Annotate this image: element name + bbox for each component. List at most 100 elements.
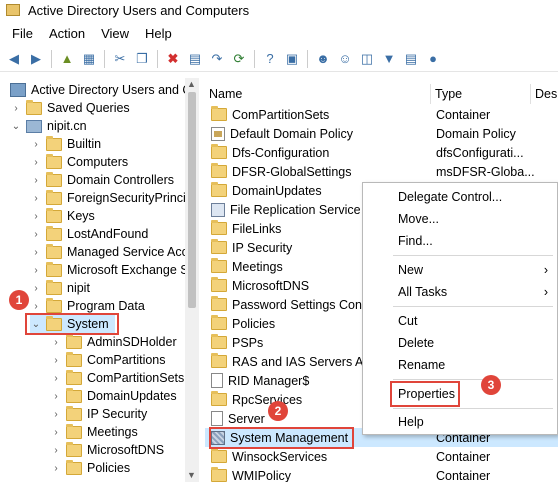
chevron-right-icon[interactable]: › bbox=[50, 427, 62, 438]
menu-item-cut[interactable]: Cut bbox=[398, 314, 548, 328]
folder-icon bbox=[46, 279, 62, 295]
folder-icon bbox=[46, 225, 62, 241]
tree-item-saved-queries[interactable]: › Saved Queries bbox=[10, 99, 130, 117]
chevron-right-icon[interactable]: › bbox=[50, 391, 62, 402]
tree-item-domainupdates[interactable]: › DomainUpdates bbox=[50, 387, 177, 405]
chevron-right-icon[interactable]: › bbox=[30, 175, 42, 186]
tree-item-microsoftdns[interactable]: › MicrosoftDNS bbox=[50, 441, 164, 459]
tree-item-microsoft-exchange[interactable]: › Microsoft Exchange S bbox=[30, 261, 189, 279]
tree-item-nipit[interactable]: › nipit bbox=[30, 279, 90, 297]
menu-item-rename[interactable]: Rename bbox=[398, 358, 548, 372]
menu-item-move[interactable]: Move... bbox=[398, 212, 548, 226]
up-folder-icon[interactable]: ▲ bbox=[57, 49, 77, 69]
menu-item-new[interactable]: New › bbox=[398, 263, 548, 277]
tree-item-compartitions[interactable]: › ComPartitions bbox=[50, 351, 166, 369]
menu-item-delegate-control[interactable]: Delegate Control... bbox=[398, 190, 548, 204]
tree-item-managed-service[interactable]: › Managed Service Acc bbox=[30, 243, 188, 261]
tree-item-adminsdholder[interactable]: › AdminSDHolder bbox=[50, 333, 177, 351]
menu-action[interactable]: Action bbox=[41, 24, 93, 43]
find-icon[interactable]: ● bbox=[423, 49, 443, 69]
tree-root[interactable]: Active Directory Users and Co bbox=[10, 81, 198, 99]
list-item[interactable]: ComPartitionSets Container bbox=[205, 105, 558, 124]
list-item[interactable]: Dfs-Configuration dfsConfigurati... bbox=[205, 143, 558, 162]
copy-icon[interactable]: ❐ bbox=[132, 49, 152, 69]
menu-item-find[interactable]: Find... bbox=[398, 234, 548, 248]
tree-item-lostandfound[interactable]: › LostAndFound bbox=[30, 225, 148, 243]
chevron-right-icon[interactable]: › bbox=[30, 265, 42, 276]
help-icon[interactable]: ? bbox=[260, 49, 280, 69]
menu-item-label: Move... bbox=[398, 212, 439, 226]
add-to-group-icon[interactable]: ▤ bbox=[401, 49, 421, 69]
show-tree-icon[interactable]: ▦ bbox=[79, 49, 99, 69]
tree-item-ip-security[interactable]: › IP Security bbox=[50, 405, 147, 423]
chevron-right-icon[interactable]: › bbox=[30, 139, 42, 150]
properties-icon[interactable]: ▤ bbox=[185, 49, 205, 69]
chevron-right-icon[interactable]: › bbox=[50, 373, 62, 384]
tree-item-keys[interactable]: › Keys bbox=[30, 207, 95, 225]
toolbar-divider bbox=[51, 49, 52, 68]
tree-item-domain-controllers[interactable]: › Domain Controllers bbox=[30, 171, 174, 189]
scroll-down-icon[interactable]: ▼ bbox=[187, 470, 196, 480]
list-item[interactable]: DFSR-GlobalSettings msDFSR-Globa... bbox=[205, 162, 558, 181]
scroll-up-icon[interactable]: ▲ bbox=[187, 79, 196, 89]
list-item-name: Dfs-Configuration bbox=[232, 145, 330, 160]
back-icon[interactable]: ◀ bbox=[4, 49, 24, 69]
chevron-right-icon[interactable]: › bbox=[30, 301, 42, 312]
tree-item-foreign-security[interactable]: › ForeignSecurityPrinci bbox=[30, 189, 186, 207]
tree-item-label: Program Data bbox=[67, 299, 145, 313]
list-item[interactable]: WMIPolicy Container bbox=[205, 466, 558, 482]
new-group-icon[interactable]: ☺ bbox=[335, 49, 355, 69]
chevron-right-icon[interactable]: › bbox=[30, 157, 42, 168]
menu-help[interactable]: Help bbox=[137, 24, 180, 43]
chevron-right-icon[interactable]: › bbox=[50, 355, 62, 366]
menu-view[interactable]: View bbox=[93, 24, 137, 43]
tree-item-compartitionsets[interactable]: › ComPartitionSets bbox=[50, 369, 184, 387]
column-header-description[interactable]: Des bbox=[531, 84, 558, 104]
filter-icon[interactable]: ▼ bbox=[379, 49, 399, 69]
tree-scrollbar[interactable]: ▲ ▼ bbox=[185, 78, 199, 482]
chevron-right-icon[interactable]: › bbox=[30, 229, 42, 240]
tree-item-label: ForeignSecurityPrinci bbox=[67, 191, 186, 205]
column-header-name[interactable]: Name bbox=[205, 84, 431, 104]
list-item-name: RpcServices bbox=[232, 392, 303, 407]
chevron-right-icon[interactable]: › bbox=[30, 283, 42, 294]
folder-icon bbox=[46, 171, 62, 187]
tree-item-builtin[interactable]: › Builtin bbox=[30, 135, 101, 153]
menu-file[interactable]: File bbox=[4, 24, 41, 43]
refresh-icon[interactable]: ⟳ bbox=[229, 49, 249, 69]
chevron-right-icon[interactable]: › bbox=[30, 211, 42, 222]
delete-icon[interactable]: ✖ bbox=[163, 49, 183, 69]
folder-icon bbox=[46, 153, 62, 169]
chevron-right-icon[interactable]: › bbox=[50, 463, 62, 474]
folder-icon bbox=[66, 387, 82, 403]
chevron-right-icon[interactable]: › bbox=[50, 445, 62, 456]
menu-item-delete[interactable]: Delete bbox=[398, 336, 548, 350]
cut-icon[interactable]: ✂ bbox=[110, 49, 130, 69]
console-icon[interactable]: ▣ bbox=[282, 49, 302, 69]
chevron-right-icon[interactable]: › bbox=[50, 337, 62, 348]
chevron-right-icon[interactable]: › bbox=[30, 193, 42, 204]
tree-item-meetings[interactable]: › Meetings bbox=[50, 423, 138, 441]
chevron-right-icon[interactable]: › bbox=[50, 409, 62, 420]
list-item-name: WinsockServices bbox=[232, 449, 328, 464]
list-item-name: PSPs bbox=[232, 335, 264, 350]
step-badge-3: 3 bbox=[481, 375, 501, 395]
forward-icon[interactable]: ▶ bbox=[26, 49, 46, 69]
export-icon[interactable]: ↷ bbox=[207, 49, 227, 69]
tree-item-domain[interactable]: ⌄ nipit.cn bbox=[10, 117, 87, 135]
folder-icon bbox=[211, 220, 227, 235]
menu-item-help[interactable]: Help bbox=[398, 415, 548, 429]
chevron-right-icon[interactable]: › bbox=[30, 247, 42, 258]
list-item-type: Container bbox=[436, 107, 491, 122]
menu-item-all-tasks[interactable]: All Tasks › bbox=[398, 285, 548, 299]
new-user-icon[interactable]: ☻ bbox=[313, 49, 333, 69]
tree-item-policies[interactable]: › Policies bbox=[50, 459, 130, 477]
chevron-down-icon[interactable]: ⌄ bbox=[10, 121, 22, 132]
list-item[interactable]: WinsockServices Container bbox=[205, 447, 558, 466]
chevron-right-icon[interactable]: › bbox=[10, 103, 22, 114]
list-item[interactable]: Default Domain Policy Domain Policy bbox=[205, 124, 558, 143]
new-ou-icon[interactable]: ◫ bbox=[357, 49, 377, 69]
column-header-type[interactable]: Type bbox=[431, 84, 531, 104]
tree-item-computers[interactable]: › Computers bbox=[30, 153, 128, 171]
scrollbar-thumb[interactable] bbox=[188, 92, 196, 308]
